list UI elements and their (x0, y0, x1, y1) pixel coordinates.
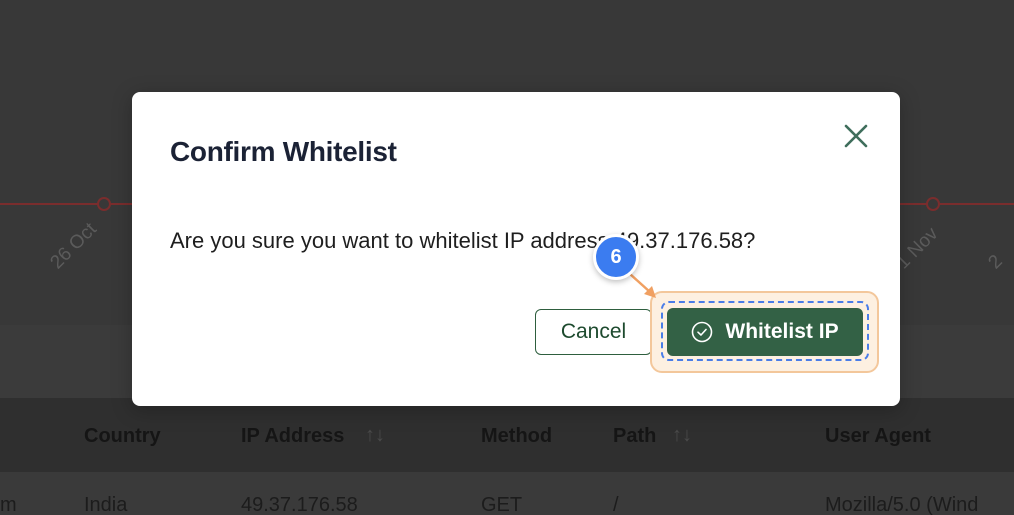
table-cell-method: GET (481, 494, 523, 515)
column-header-method[interactable]: Method (481, 425, 552, 448)
cancel-button-label: Cancel (560, 320, 627, 343)
whitelist-ip-button-label: Whitelist IP (725, 320, 839, 343)
sort-icon[interactable]: ↑↓ (365, 424, 385, 447)
dialog-title: Confirm Whitelist (170, 136, 397, 167)
chart-tick-label: 2 (984, 250, 1007, 274)
chart-tick-label: 1 Nov (892, 223, 943, 274)
table-cell-user-agent: Mozilla/5.0 (Wind (825, 494, 979, 515)
close-button[interactable] (840, 120, 872, 152)
close-icon (844, 124, 868, 148)
chart-point (926, 197, 940, 211)
whitelist-ip-button[interactable]: Whitelist IP (667, 308, 863, 356)
check-circle-icon (692, 321, 713, 343)
cancel-button[interactable]: Cancel (535, 309, 652, 355)
chart-point (97, 197, 111, 211)
pointer-arrow-icon (628, 272, 656, 298)
chart-tick-label: 26 Oct (46, 218, 101, 274)
dialog-message: Are you sure you want to whitelist IP ad… (170, 228, 756, 253)
column-header-path[interactable]: Path (613, 425, 656, 448)
column-header-country[interactable]: Country (84, 425, 161, 448)
column-header-user-agent[interactable]: User Agent (825, 425, 931, 448)
column-header-ip-address[interactable]: IP Address (241, 425, 344, 448)
sort-icon[interactable]: ↑↓ (672, 424, 692, 447)
step-number-badge: 6 (593, 234, 639, 280)
confirm-whitelist-dialog: Confirm Whitelist Are you sure you want … (132, 92, 900, 406)
table-cell-country: India (84, 494, 128, 515)
table-cell-ip: 49.37.176.58 (241, 494, 358, 515)
table-cell: m (0, 494, 17, 515)
table-cell-path: / (613, 494, 619, 515)
